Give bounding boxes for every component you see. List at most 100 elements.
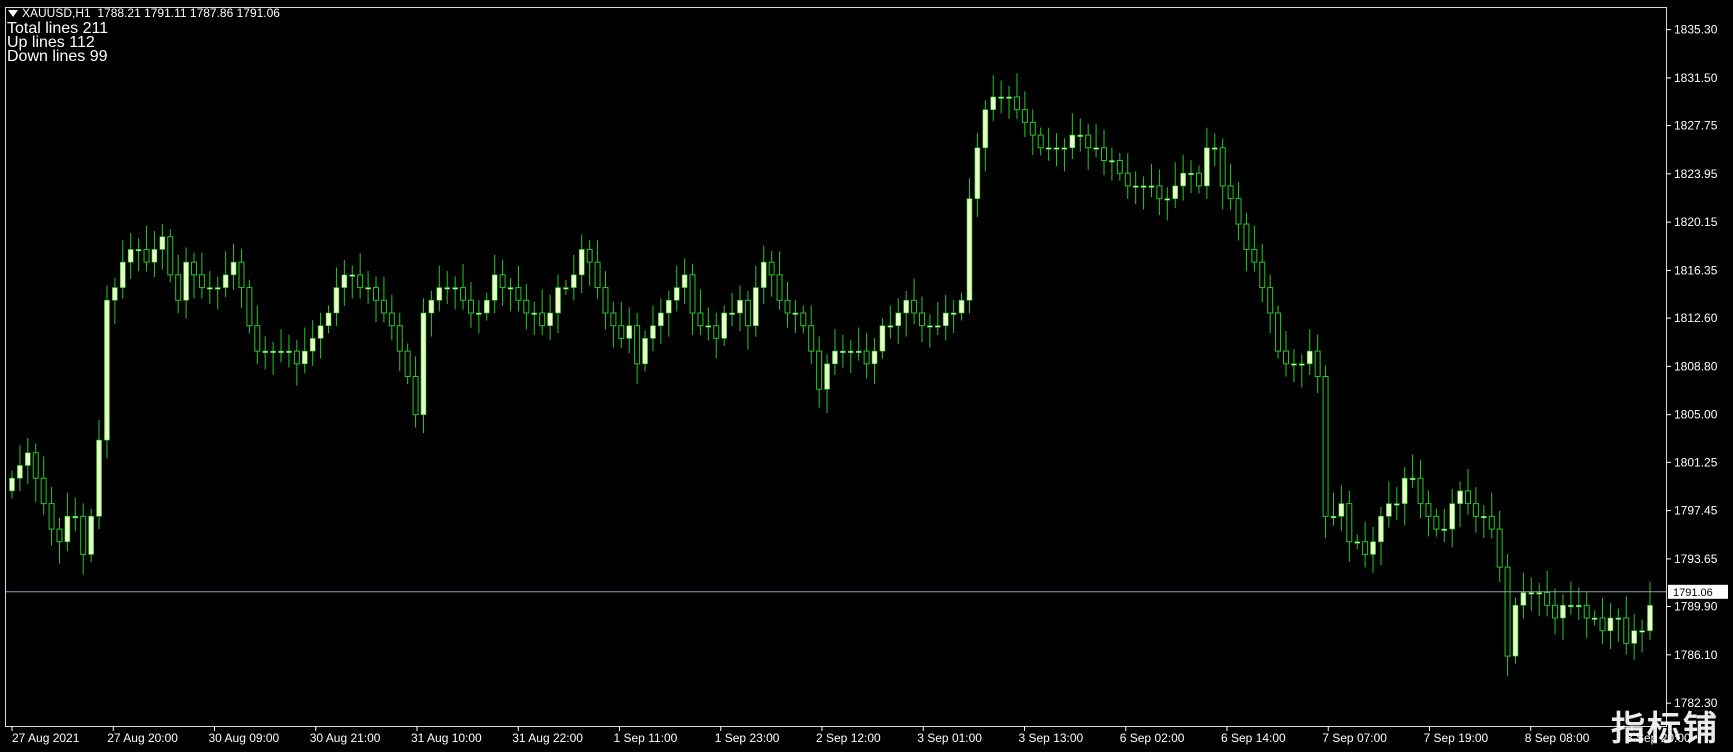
candle-bull [982, 109, 989, 149]
candle-bear [246, 287, 253, 327]
candle-bear [460, 287, 467, 301]
candle-bull [278, 350, 284, 353]
candle-bear [1029, 121, 1036, 136]
candle-bull [1615, 617, 1622, 620]
price-chart[interactable]: 1791.06 1835.30 1831.50 1827.75 1823.95 1820.… [0, 0, 1733, 752]
candle-bull [729, 312, 735, 315]
candle-bull [950, 312, 957, 315]
candle-bull [1575, 604, 1582, 608]
x-tick-label: 3 Sep 01:00 [917, 731, 982, 745]
candle-bear [404, 350, 411, 378]
candle-bull [214, 287, 221, 290]
candle-bull [1401, 477, 1408, 504]
candle-bull [349, 274, 356, 277]
x-tick-label: 27 Aug 20:00 [107, 731, 178, 745]
x-tick-label: 6 Sep 02:00 [1120, 731, 1185, 745]
candle-bear [1552, 604, 1559, 619]
candle-bull [1481, 516, 1487, 519]
candle-bear [198, 274, 205, 289]
candle-bull [1338, 503, 1345, 517]
candle-bull [436, 287, 443, 301]
candle-bull [365, 287, 371, 290]
candle-bull [491, 274, 498, 301]
candle-bear [1013, 96, 1020, 111]
candle-bull [1140, 185, 1147, 188]
candle-bear [1346, 503, 1353, 543]
candle-bull [927, 325, 933, 328]
candle-bull [1180, 172, 1186, 187]
candle-bear [689, 274, 696, 314]
candle-bull [1132, 185, 1139, 188]
y-tick-label: 1827.75 [1674, 119, 1718, 133]
candle-bull [1370, 541, 1376, 555]
candle-bear [618, 325, 625, 339]
candle-bull [325, 312, 332, 326]
candle-bull [1639, 630, 1645, 633]
y-tick-label: 1805.00 [1674, 408, 1718, 422]
candle-bull [1172, 185, 1179, 199]
candle-bear [1267, 287, 1274, 314]
candle-bull [420, 312, 427, 415]
y-tick-label: 1789.90 [1674, 600, 1718, 614]
candle-bear [1037, 134, 1044, 149]
candle-bear [167, 236, 174, 276]
candle-bear [1259, 261, 1266, 289]
candle-bull [1204, 147, 1210, 187]
x-tick-label: 3 Sep 13:00 [1019, 731, 1084, 745]
candle-bull [1093, 147, 1099, 150]
candle-bear [539, 312, 546, 327]
candle-bull [1386, 503, 1392, 517]
candle-bull [25, 452, 31, 466]
y-tick-label: 1801.25 [1674, 455, 1718, 469]
candle-bull [958, 299, 965, 314]
x-tick-label: 7 Sep 07:00 [1322, 731, 1387, 745]
candle-bear [515, 287, 522, 301]
dropdown-triangle-icon[interactable] [8, 10, 18, 18]
candle-bull [309, 338, 316, 352]
candle-bull [705, 325, 712, 328]
candle-bull [1528, 592, 1535, 595]
candle-bull [1631, 630, 1637, 644]
candle-bear [388, 312, 395, 327]
x-tick-label: 2 Sep 12:00 [816, 731, 881, 745]
candle-bull [1077, 134, 1084, 137]
y-tick-label: 1835.30 [1674, 23, 1718, 37]
candle-bull [17, 465, 23, 479]
candle-bear [175, 274, 182, 301]
down-lines-text: Down lines 99 [7, 48, 108, 65]
candle-bull [341, 274, 348, 288]
x-tick-label: 7 Sep 19:00 [1424, 731, 1489, 745]
candle-bull [183, 261, 189, 301]
candle-bear [800, 312, 807, 327]
candle-bull [1607, 617, 1614, 631]
candle-bull [1409, 477, 1416, 480]
candle-bear [713, 325, 720, 339]
candle-bull [1536, 592, 1543, 595]
watermark-logo: 指标铺 [1611, 709, 1719, 749]
candle-bear [32, 452, 39, 479]
candle-bull [673, 287, 680, 301]
candle-bear [467, 299, 474, 314]
candle-bear [1219, 147, 1226, 187]
candle-bull [72, 516, 79, 519]
candle-bull [230, 261, 237, 276]
candle-bear [1599, 617, 1606, 632]
candle-bear [1235, 198, 1242, 225]
x-tick-label: 30 Aug 21:00 [310, 731, 381, 745]
x-tick-label: 27 Aug 2021 [12, 731, 80, 745]
candle-bull [452, 287, 458, 290]
candle-bull [286, 350, 292, 353]
candle-bull [1560, 604, 1566, 619]
candle-bull [317, 325, 324, 339]
candle-bear [610, 312, 617, 327]
candle-bull [104, 299, 110, 441]
candle-bear [816, 350, 823, 390]
candle-bear [1433, 515, 1440, 530]
candle-bull [151, 249, 158, 263]
candle-bull [1061, 147, 1068, 150]
y-tick-label: 1808.80 [1674, 359, 1718, 373]
candle-bull [555, 287, 561, 314]
candle-bear [594, 261, 601, 289]
candle-bull [64, 516, 71, 543]
candle-bear [1124, 172, 1131, 187]
